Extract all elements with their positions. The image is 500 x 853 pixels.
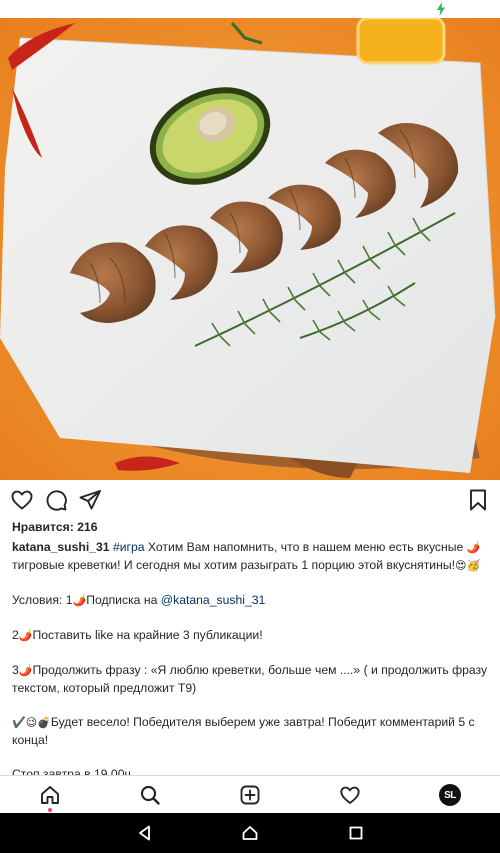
battery-charging-icon <box>436 2 446 16</box>
recents-icon[interactable] <box>347 824 365 842</box>
step2-text: Поставить like на крайние 3 публикации! <box>32 628 263 642</box>
shrimp-photo <box>0 18 500 480</box>
caption-username[interactable]: katana_sushi_31 <box>12 540 110 554</box>
likes-count[interactable]: Нравится: 216 <box>12 519 492 536</box>
caption-conditions: Условия: 1🌶️Подписка на @katana_sushi_31 <box>12 592 492 610</box>
caption-text-1b: тигровые креветки! И сегодня мы хотим ра… <box>12 558 455 572</box>
step2-number: 2 <box>12 628 19 642</box>
heart-eyes-emoji-icon: 😍🥳 <box>454 560 481 572</box>
caption-step-3: 3🌶️Продолжить фразу : «Я люблю креветки,… <box>12 662 492 697</box>
shrimp-emoji-icon: 🌶️ <box>466 542 481 554</box>
bookmark-icon[interactable] <box>466 488 490 512</box>
caption-mention[interactable]: @katana_sushi_31 <box>161 593 266 607</box>
home-icon[interactable] <box>39 784 61 806</box>
check-smile-bomb-emoji-icon: ✔️😉💣 <box>12 717 51 729</box>
search-icon[interactable] <box>139 784 161 806</box>
bottom-navigation: SL <box>0 775 500 813</box>
caption-final: ✔️😉💣Будет весело! Победителя выберем уже… <box>12 714 492 749</box>
caption-paragraph-1: katana_sushi_31 #игра Хотим Вам напомнит… <box>12 539 492 575</box>
heart-icon[interactable] <box>10 488 34 512</box>
back-icon[interactable] <box>136 824 154 842</box>
shrimp-emoji-icon: 🌶️ <box>18 630 33 642</box>
home-circle-icon[interactable] <box>241 824 259 842</box>
post-image[interactable] <box>0 18 500 480</box>
conditions-text-b: Подписка на <box>86 593 161 607</box>
home-notification-dot <box>48 808 52 812</box>
caption-hashtag[interactable]: #игра <box>113 540 145 554</box>
shrimp-emoji-icon: 🌶️ <box>72 595 87 607</box>
add-post-icon[interactable] <box>239 784 261 806</box>
conditions-text-a: Условия: 1 <box>12 593 73 607</box>
likes-number: 216 <box>77 520 98 534</box>
step3-text: Продолжить фразу : «Я люблю креветки, бо… <box>12 663 488 695</box>
post-action-bar <box>0 484 500 516</box>
shrimp-emoji-icon: 🌶️ <box>18 665 33 677</box>
avatar-initials: SL <box>444 789 456 801</box>
activity-heart-icon[interactable] <box>339 784 361 806</box>
android-navigation-bar <box>0 813 500 853</box>
comment-icon[interactable] <box>44 488 68 512</box>
likes-label: Нравится: <box>12 520 74 534</box>
final-text: Будет весело! Победителя выберем уже зав… <box>12 715 475 747</box>
direct-share-icon[interactable] <box>78 488 102 512</box>
profile-avatar[interactable]: SL <box>439 784 461 806</box>
caption-text-1a: Хотим Вам напомнить, что в нашем меню ес… <box>144 540 467 554</box>
step3-number: 3 <box>12 663 19 677</box>
post-caption-area: Нравится: 216 katana_sushi_31 #игра Хоти… <box>12 519 492 783</box>
status-bar <box>0 0 500 18</box>
caption-step-2: 2🌶️Поставить like на крайние 3 публикаци… <box>12 627 492 645</box>
